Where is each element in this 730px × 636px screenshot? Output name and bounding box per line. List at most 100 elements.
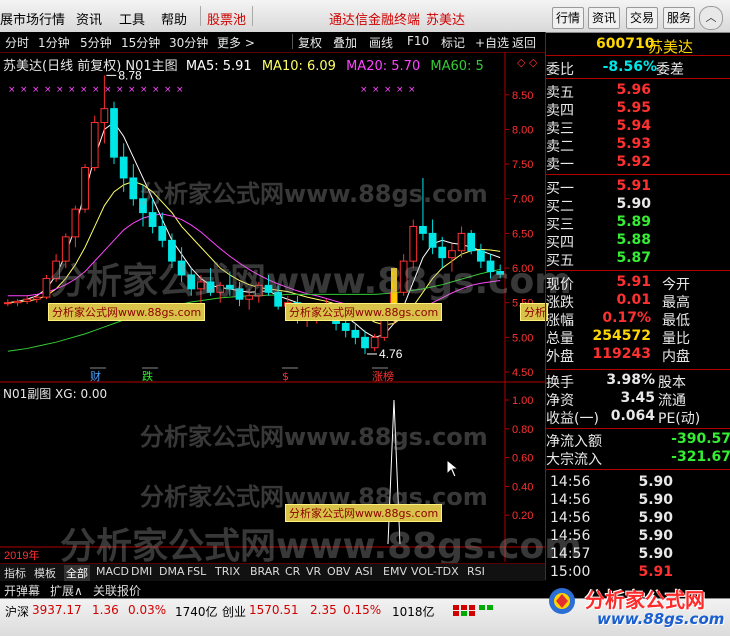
y-tick-label: 4.50 — [512, 367, 533, 379]
period-more[interactable]: 更多 > — [217, 34, 255, 51]
indicator-tab[interactable]: CR — [285, 565, 300, 578]
indicator-tab[interactable]: VOL-TDX — [411, 565, 459, 578]
cy-index-label: 创业 — [222, 605, 247, 619]
marker-x: × — [384, 85, 392, 95]
bid-price: 5.87 — [616, 250, 651, 266]
stat-label-right: PE(动) — [658, 411, 701, 427]
menu-news[interactable]: 资讯 — [76, 9, 102, 28]
btn-add-favorite[interactable]: +自选 — [475, 34, 509, 51]
period-30min[interactable]: 30分钟 — [169, 34, 208, 51]
sub-y-tick-label: 0.60 — [512, 453, 533, 465]
stat-label-right: 今开 — [662, 277, 690, 293]
btn-news[interactable]: 资讯 — [588, 7, 620, 29]
menu-divider — [200, 6, 201, 26]
indicator-tabs: 指标 模板 全部 MACD DMI DMA FSL TRIX BRAR CR VR OBV ASI… — [0, 563, 545, 582]
sh-index-amount: 1740亿 — [175, 605, 218, 619]
ask-label: 卖二 — [546, 139, 574, 155]
marker-x: × — [396, 85, 404, 95]
indicator-tab[interactable]: TRIX — [215, 565, 240, 578]
ma5-label: MA5: — [185, 59, 219, 74]
menu-tools[interactable]: 工具 — [119, 9, 145, 28]
stat-label: 净资 — [546, 393, 574, 409]
candle-body — [467, 232, 476, 252]
stock-code: 600710 — [596, 36, 655, 52]
bid-label: 买四 — [546, 235, 574, 251]
indicator-tab[interactable]: MACD — [96, 565, 129, 578]
low-price-label: 4.76 — [379, 347, 403, 361]
candle-body — [419, 225, 427, 234]
marker-x: × — [44, 85, 52, 95]
indicator-tab[interactable]: ASI — [355, 565, 373, 578]
stat-value: 5.91 — [616, 274, 651, 290]
btn-mark[interactable]: 标记 — [441, 34, 465, 51]
indicator-tab[interactable]: EMV — [383, 565, 407, 578]
flow-value: -390.57 — [671, 431, 730, 447]
btn-draw[interactable]: 画线 — [369, 34, 393, 51]
btn-service[interactable]: 服务 — [663, 7, 695, 29]
watermark-badge: 分析家公式网www.88gs.com — [285, 504, 443, 522]
marker-x: × — [128, 85, 136, 95]
marker-x: × — [176, 85, 184, 95]
period-5min[interactable]: 5分钟 — [80, 34, 112, 51]
period-intraday[interactable]: 分时 — [5, 34, 29, 51]
stat-label: 现价 — [546, 277, 574, 293]
tick-price: 5.90 — [638, 528, 673, 544]
tab-related-quotes[interactable]: 关联报价 — [93, 582, 141, 599]
indicator-tab[interactable]: BRAR — [250, 565, 280, 578]
indicator-tab[interactable]: FSL — [187, 565, 206, 578]
quote-stat-row: 收益(一) 0.064 PE(动) — [546, 408, 730, 427]
marker-x: × — [360, 85, 368, 95]
btn-quotes[interactable]: 行情 — [552, 7, 584, 29]
ask-row: 卖五 5.96 — [546, 82, 730, 101]
marker-x: × — [408, 85, 416, 95]
tab-expand[interactable]: 扩展∧ — [50, 582, 83, 599]
period-15min[interactable]: 15分钟 — [121, 34, 160, 51]
tab-all[interactable]: 全部 — [64, 565, 90, 581]
tick-row: 14:56 5.90 — [546, 528, 730, 546]
tab-danmaku[interactable]: 开弹幕 — [4, 582, 40, 599]
marker-x: × — [164, 85, 172, 95]
indicator-tab[interactable]: DMA — [159, 565, 185, 578]
tick-row: 14:56 5.90 — [546, 510, 730, 528]
stat-label: 收益(一) — [546, 411, 599, 427]
candle-body — [158, 225, 167, 241]
indicator-tab[interactable]: VR — [306, 565, 321, 578]
candle-body — [32, 296, 41, 300]
period-1min[interactable]: 1分钟 — [38, 34, 70, 51]
btn-trade[interactable]: 交易 — [626, 7, 658, 29]
kline-chart-area[interactable]: 8.508.007.507.006.506.005.505.004.50××××… — [0, 52, 582, 572]
main-chart-title: 苏美达(日线 前复权) N01主图 — [3, 59, 178, 74]
tab-templates[interactable]: 模板 — [34, 565, 56, 581]
watermark-text: 分析家公式网www.88gs.com — [60, 526, 582, 567]
order-ratio-row: 委比 -8.56% 委差 — [546, 59, 730, 78]
quote-stat-row: 涨幅 0.17% 最低 — [546, 310, 730, 329]
bid-label: 买一 — [546, 181, 574, 197]
tab-indicators[interactable]: 指标 — [4, 565, 26, 581]
btn-f10[interactable]: F10 — [407, 34, 429, 48]
candle-body — [23, 298, 32, 302]
indicator-tab[interactable]: OBV — [327, 565, 350, 578]
indicator-tab[interactable]: DMI — [131, 565, 152, 578]
indicator-tab[interactable]: RSI — [467, 565, 485, 578]
candle-body — [119, 156, 128, 179]
quote-stat-row: 外盘 119243 内盘 — [546, 346, 730, 365]
y-tick-label: 6.50 — [512, 228, 533, 240]
btn-overlay[interactable]: 叠加 — [333, 34, 357, 51]
btn-adjust[interactable]: 复权 — [298, 34, 322, 51]
stat-value: 0.17% — [602, 310, 651, 326]
stat-value: 0.01 — [616, 292, 651, 308]
ask-price: 5.96 — [616, 82, 651, 98]
current-stock-title: 苏美达 — [426, 13, 466, 28]
menu-market[interactable]: 展市场行情 — [0, 9, 65, 28]
tick-price: 5.91 — [638, 564, 673, 580]
stat-value: 3.45 — [620, 390, 655, 406]
menu-stock-pool[interactable]: 股票池 — [207, 9, 246, 28]
flow-value: -321.67 — [671, 449, 730, 465]
tick-time: 14:57 — [550, 546, 591, 562]
menu-help[interactable]: 帮助 — [161, 9, 187, 28]
diamond-icon[interactable]: ◇ ◇ — [517, 56, 537, 69]
watermark-text: 分析家公式网www.88gs.com — [140, 180, 488, 208]
tick-row: 14:57 5.90 — [546, 546, 730, 564]
btn-back[interactable]: 返回 — [512, 34, 536, 51]
chevron-up-icon[interactable]: ︿ — [699, 6, 723, 30]
